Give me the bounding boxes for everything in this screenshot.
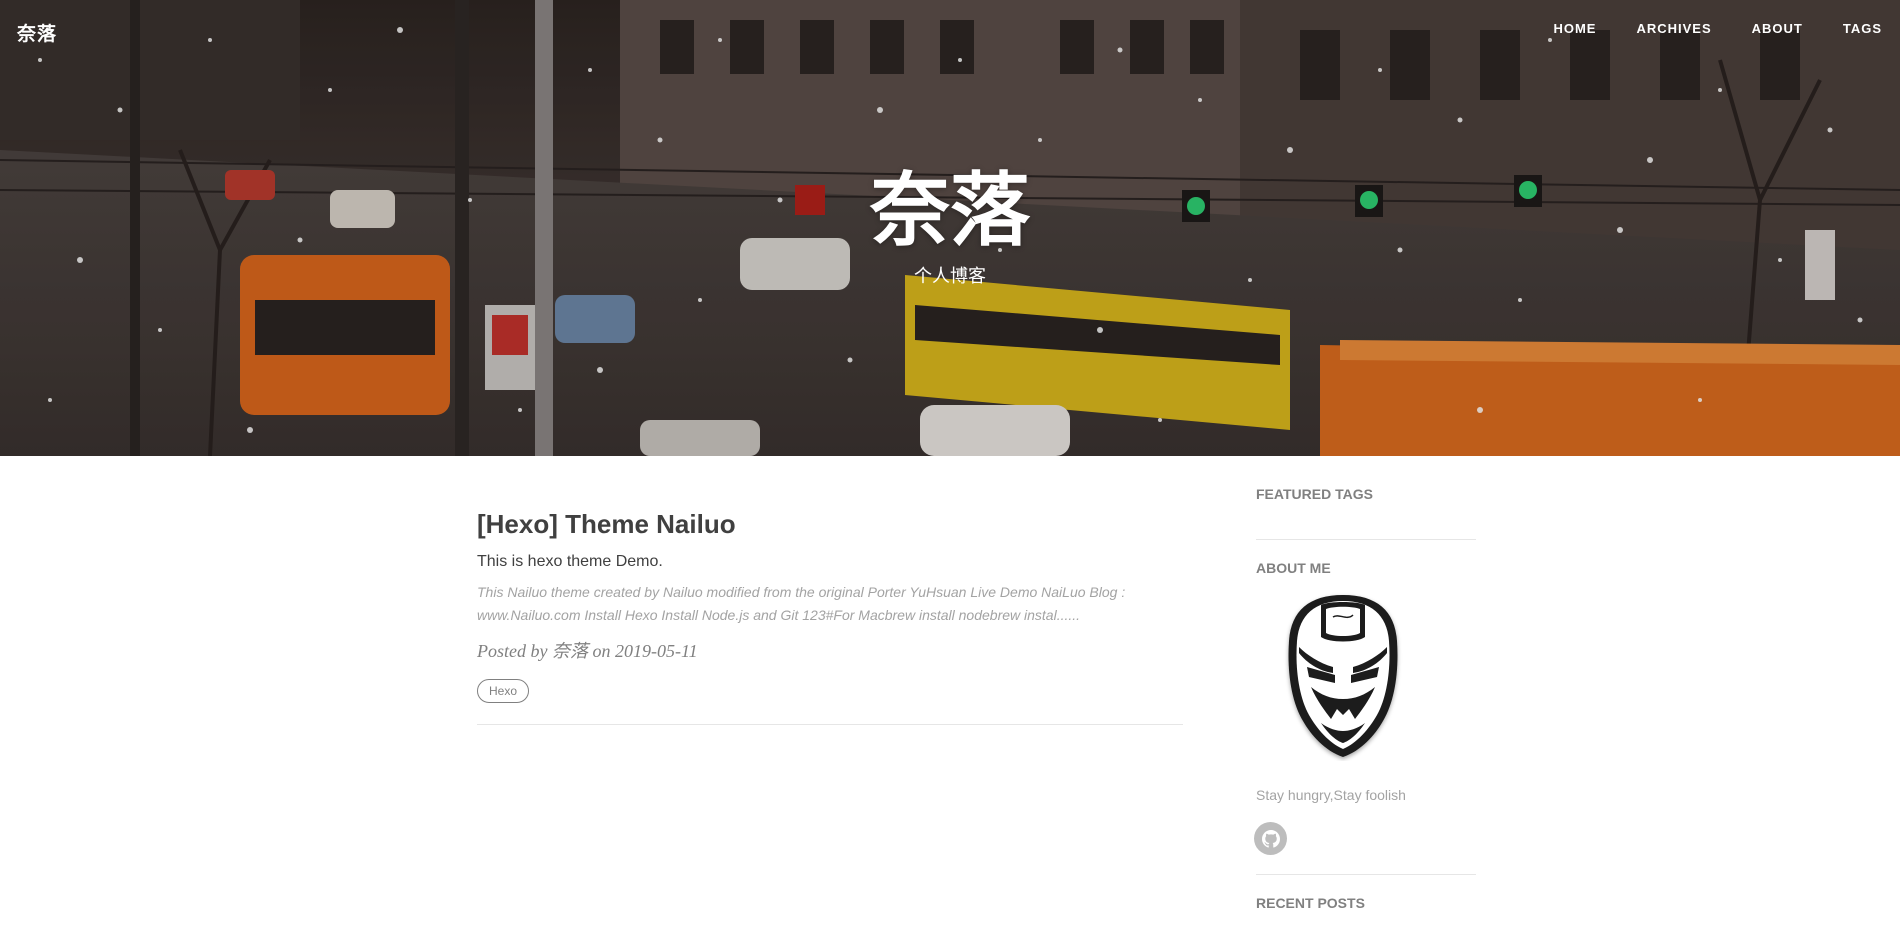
iron-man-mask-icon: [1288, 595, 1398, 757]
post-preview: [Hexo] Theme Nailuo This is hexo theme D…: [477, 507, 1183, 703]
social-links: [1254, 822, 1476, 855]
hero-header: 奈落 HOME ARCHIVES ABOUT TAGS 奈落 个人博客: [0, 0, 1900, 456]
nav-archives[interactable]: ARCHIVES: [1596, 21, 1711, 36]
sidebar: FEATURED TAGS ABOUT ME Stay hungry,Stay …: [1254, 486, 1476, 911]
post-title[interactable]: [Hexo] Theme Nailuo: [477, 507, 1183, 541]
site-brand[interactable]: 奈落: [17, 19, 57, 46]
featured-tags-heading: FEATURED TAGS: [1256, 486, 1373, 502]
post-tag[interactable]: Hexo: [477, 679, 530, 703]
about-motto: Stay hungry,Stay foolish: [1256, 787, 1406, 803]
about-avatar-wrap: [1256, 591, 1476, 766]
about-me-heading: ABOUT ME: [1256, 560, 1331, 576]
post-excerpt-line: www.Nailuo.com Install Hexo Install Node…: [477, 607, 1081, 623]
hero-title: 奈落: [870, 166, 1030, 255]
nav-about[interactable]: ABOUT: [1712, 21, 1803, 36]
post-excerpt: This Nailuo theme created by Nailuo modi…: [477, 581, 1183, 627]
post-subtitle[interactable]: This is hexo theme Demo.: [477, 551, 1183, 573]
meta-date: 2019-05-11: [614, 641, 698, 661]
meta-author: 奈落: [551, 641, 588, 661]
post-excerpt-line: This Nailuo theme created by Nailuo modi…: [477, 584, 1126, 600]
post-list: [Hexo] Theme Nailuo This is hexo theme D…: [477, 500, 1183, 725]
meta-on: on: [592, 641, 611, 661]
main-nav: HOME ARCHIVES ABOUT TAGS: [1513, 21, 1882, 36]
nav-home[interactable]: HOME: [1513, 21, 1596, 36]
github-icon: [1261, 829, 1280, 848]
meta-prefix: Posted by: [477, 641, 548, 661]
post-divider: [477, 724, 1183, 725]
nav-tags[interactable]: TAGS: [1803, 21, 1882, 36]
hero-subtitle: 个人博客: [914, 266, 986, 286]
sidebar-divider: [1256, 874, 1476, 875]
post-meta: Posted by 奈落 on 2019-05-11: [477, 639, 1183, 663]
github-link[interactable]: [1254, 822, 1287, 855]
recent-posts-heading: RECENT POSTS: [1256, 895, 1365, 911]
sidebar-divider: [1256, 539, 1476, 540]
